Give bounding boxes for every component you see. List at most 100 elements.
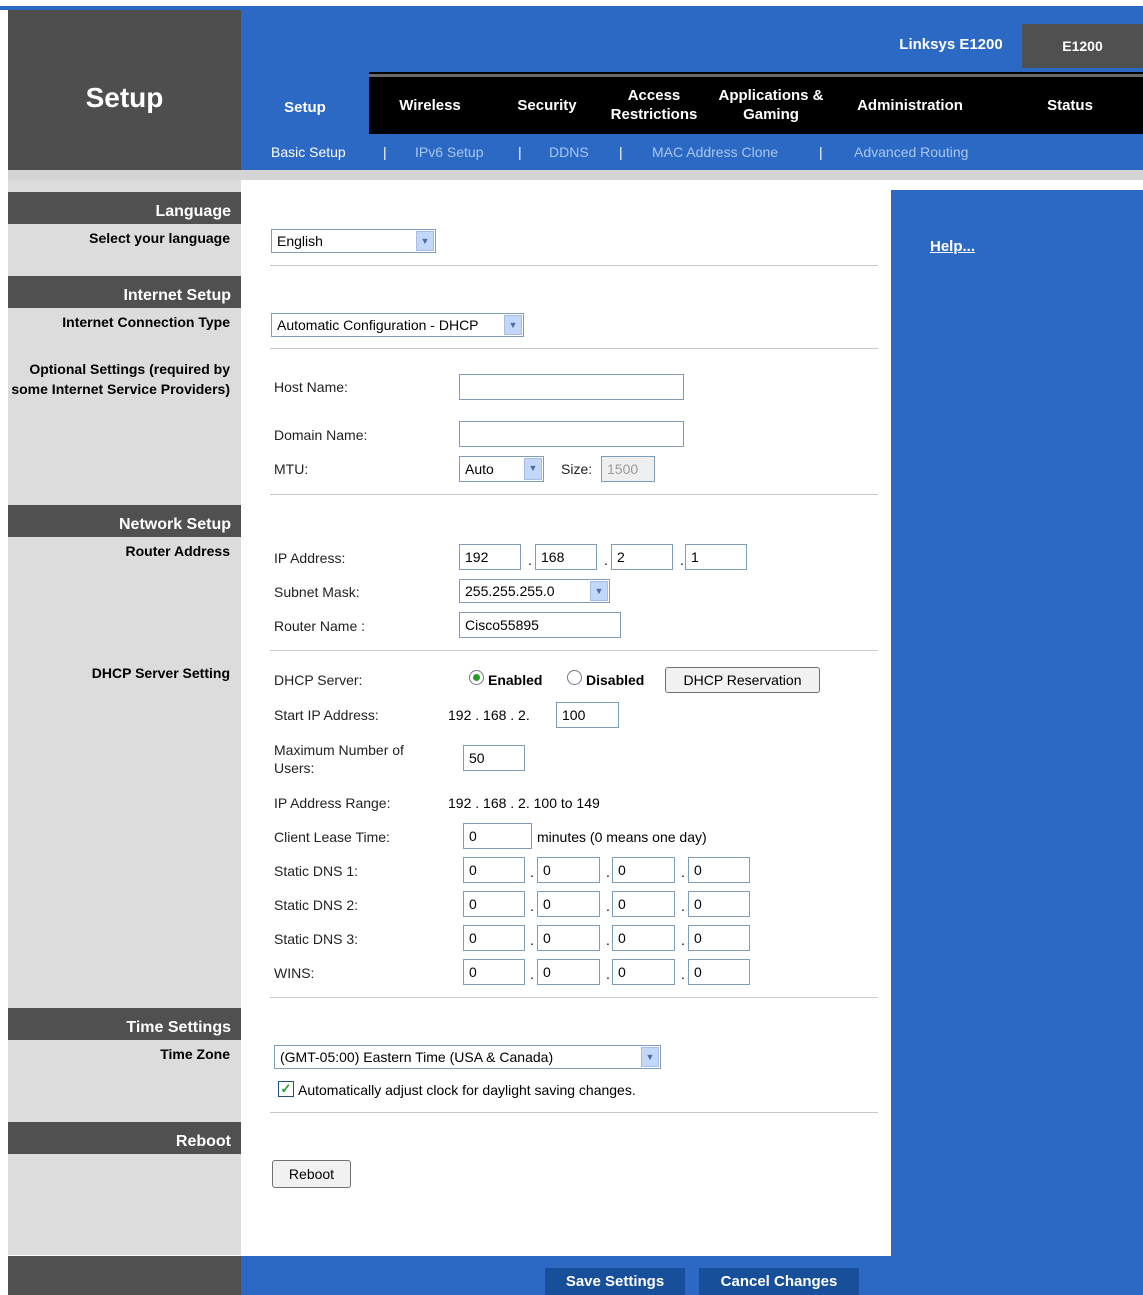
dns1-octet-4[interactable]: 0 (688, 857, 750, 883)
section-network-setup: Network Setup (8, 505, 241, 537)
footer-right (891, 1256, 1143, 1295)
page-title: Setup (85, 82, 164, 113)
mtu-size-input: 1500 (601, 456, 655, 482)
dns1-octet-2[interactable]: 0 (537, 857, 600, 883)
section-internet-setup: Internet Setup (8, 276, 241, 308)
header-divider (8, 170, 1143, 180)
lease-time-input[interactable]: 0 (463, 823, 532, 849)
domain-name-input[interactable] (459, 421, 684, 447)
header-left-panel: Setup (8, 10, 241, 170)
tab-access-restrictions[interactable]: Access Restrictions (600, 80, 708, 130)
ip-range-value: 192 . 168 . 2. 100 to 149 (448, 795, 600, 811)
wins-octet-3[interactable]: 0 (612, 959, 675, 985)
tab-administration[interactable]: Administration (842, 80, 978, 130)
mtu-select[interactable]: Auto ▼ (459, 456, 544, 482)
chevron-down-icon: ▼ (524, 458, 542, 480)
subtab-basic-setup[interactable]: Basic Setup (271, 144, 346, 160)
language-value: English (277, 233, 323, 249)
tab-wireless[interactable]: Wireless (378, 80, 482, 130)
subnet-mask-label: Subnet Mask: (274, 584, 360, 600)
section-reboot: Reboot (8, 1122, 241, 1154)
dns2-octet-3[interactable]: 0 (612, 891, 675, 917)
subtab-advanced-routing[interactable]: Advanced Routing (854, 144, 968, 160)
ip-octet-4[interactable]: 1 (685, 544, 747, 570)
tab-status[interactable]: Status (1030, 80, 1110, 130)
help-link[interactable]: Help... (930, 238, 975, 255)
subnet-mask-select[interactable]: 255.255.255.0 ▼ (459, 579, 610, 603)
wins-octet-1[interactable]: 0 (463, 959, 525, 985)
dns3-octet-3[interactable]: 0 (612, 925, 675, 951)
subtab-separator: | (819, 144, 823, 160)
static-dns-3-label: Static DNS 3: (274, 931, 359, 947)
start-ip-input[interactable]: 100 (556, 702, 619, 728)
help-column (891, 190, 1143, 1256)
lease-time-label: Client Lease Time: (274, 829, 390, 845)
chevron-down-icon: ▼ (590, 581, 608, 601)
time-zone-select[interactable]: (GMT-05:00) Eastern Time (USA & Canada) … (274, 1045, 661, 1069)
dhcp-server-setting-label: DHCP Server Setting (91, 665, 230, 681)
divider (270, 348, 878, 349)
dns1-octet-1[interactable]: 0 (463, 857, 525, 883)
chevron-down-icon: ▼ (416, 231, 434, 251)
domain-name-label: Domain Name: (274, 427, 368, 443)
dns3-octet-1[interactable]: 0 (463, 925, 525, 951)
language-select[interactable]: English ▼ (271, 229, 436, 253)
tab-setup[interactable]: Setup (241, 82, 369, 132)
divider (270, 494, 878, 495)
chevron-down-icon: ▼ (641, 1047, 659, 1067)
dhcp-enabled-label: Enabled (488, 672, 543, 688)
section-time-settings: Time Settings (8, 1008, 241, 1040)
dhcp-server-label: DHCP Server: (274, 672, 363, 688)
ip-range-label: IP Address Range: (274, 795, 391, 811)
host-name-label: Host Name: (274, 379, 348, 395)
router-name-input[interactable]: Cisco55895 (459, 612, 621, 638)
save-settings-button[interactable]: Save Settings (545, 1268, 685, 1295)
mtu-label: MTU: (274, 461, 309, 477)
time-zone-label: Time Zone (160, 1046, 230, 1062)
subtab-mac-address-clone[interactable]: MAC Address Clone (652, 144, 778, 160)
ip-octet-1[interactable]: 192 (459, 544, 521, 570)
footer-left (8, 1256, 241, 1295)
dns2-octet-2[interactable]: 0 (537, 891, 600, 917)
dns2-octet-1[interactable]: 0 (463, 891, 525, 917)
dhcp-reservation-button[interactable]: DHCP Reservation (665, 667, 820, 693)
ip-octet-2[interactable]: 168 (535, 544, 597, 570)
ip-octet-3[interactable]: 2 (611, 544, 673, 570)
static-dns-2-label: Static DNS 2: (274, 897, 359, 913)
static-dns-1-label: Static DNS 1: (274, 863, 359, 879)
dns1-octet-3[interactable]: 0 (612, 857, 675, 883)
subtab-separator: | (619, 144, 623, 160)
dns2-octet-4[interactable]: 0 (688, 891, 750, 917)
max-users-input[interactable]: 50 (463, 745, 525, 771)
dst-label: Automatically adjust clock for daylight … (298, 1082, 636, 1098)
section-language: Language (8, 192, 241, 224)
tab-security[interactable]: Security (500, 80, 594, 130)
wins-octet-2[interactable]: 0 (537, 959, 600, 985)
dst-checkbox[interactable]: ✓ (278, 1081, 294, 1097)
connection-type-select[interactable]: Automatic Configuration - DHCP ▼ (271, 313, 524, 337)
mtu-size-label: Size: (561, 461, 593, 477)
dns3-octet-4[interactable]: 0 (688, 925, 750, 951)
subtab-ipv6-setup[interactable]: IPv6 Setup (415, 144, 484, 160)
subtab-separator: | (383, 144, 387, 160)
ip-address-label: IP Address: (274, 550, 346, 566)
lease-time-note: minutes (0 means one day) (537, 829, 707, 845)
subtab-ddns[interactable]: DDNS (549, 144, 589, 160)
left-column (8, 180, 241, 1255)
model-badge: E1200 (1022, 24, 1143, 68)
dhcp-enabled-radio[interactable] (469, 670, 484, 685)
dhcp-disabled-radio[interactable] (567, 670, 582, 685)
dns3-octet-2[interactable]: 0 (537, 925, 600, 951)
start-ip-prefix: 192 . 168 . 2. (448, 707, 530, 723)
start-ip-label: Start IP Address: (274, 707, 379, 723)
max-users-label: Maximum Number of Users: (274, 742, 404, 776)
cancel-changes-button[interactable]: Cancel Changes (699, 1268, 859, 1295)
reboot-button[interactable]: Reboot (272, 1160, 351, 1188)
mtu-value: Auto (465, 461, 494, 477)
wins-octet-4[interactable]: 0 (688, 959, 750, 985)
dhcp-disabled-label: Disabled (586, 672, 645, 688)
subtab-separator: | (518, 144, 522, 160)
host-name-input[interactable] (459, 374, 684, 400)
tab-applications-gaming[interactable]: Applications & Gaming (708, 80, 834, 130)
divider (270, 650, 878, 651)
